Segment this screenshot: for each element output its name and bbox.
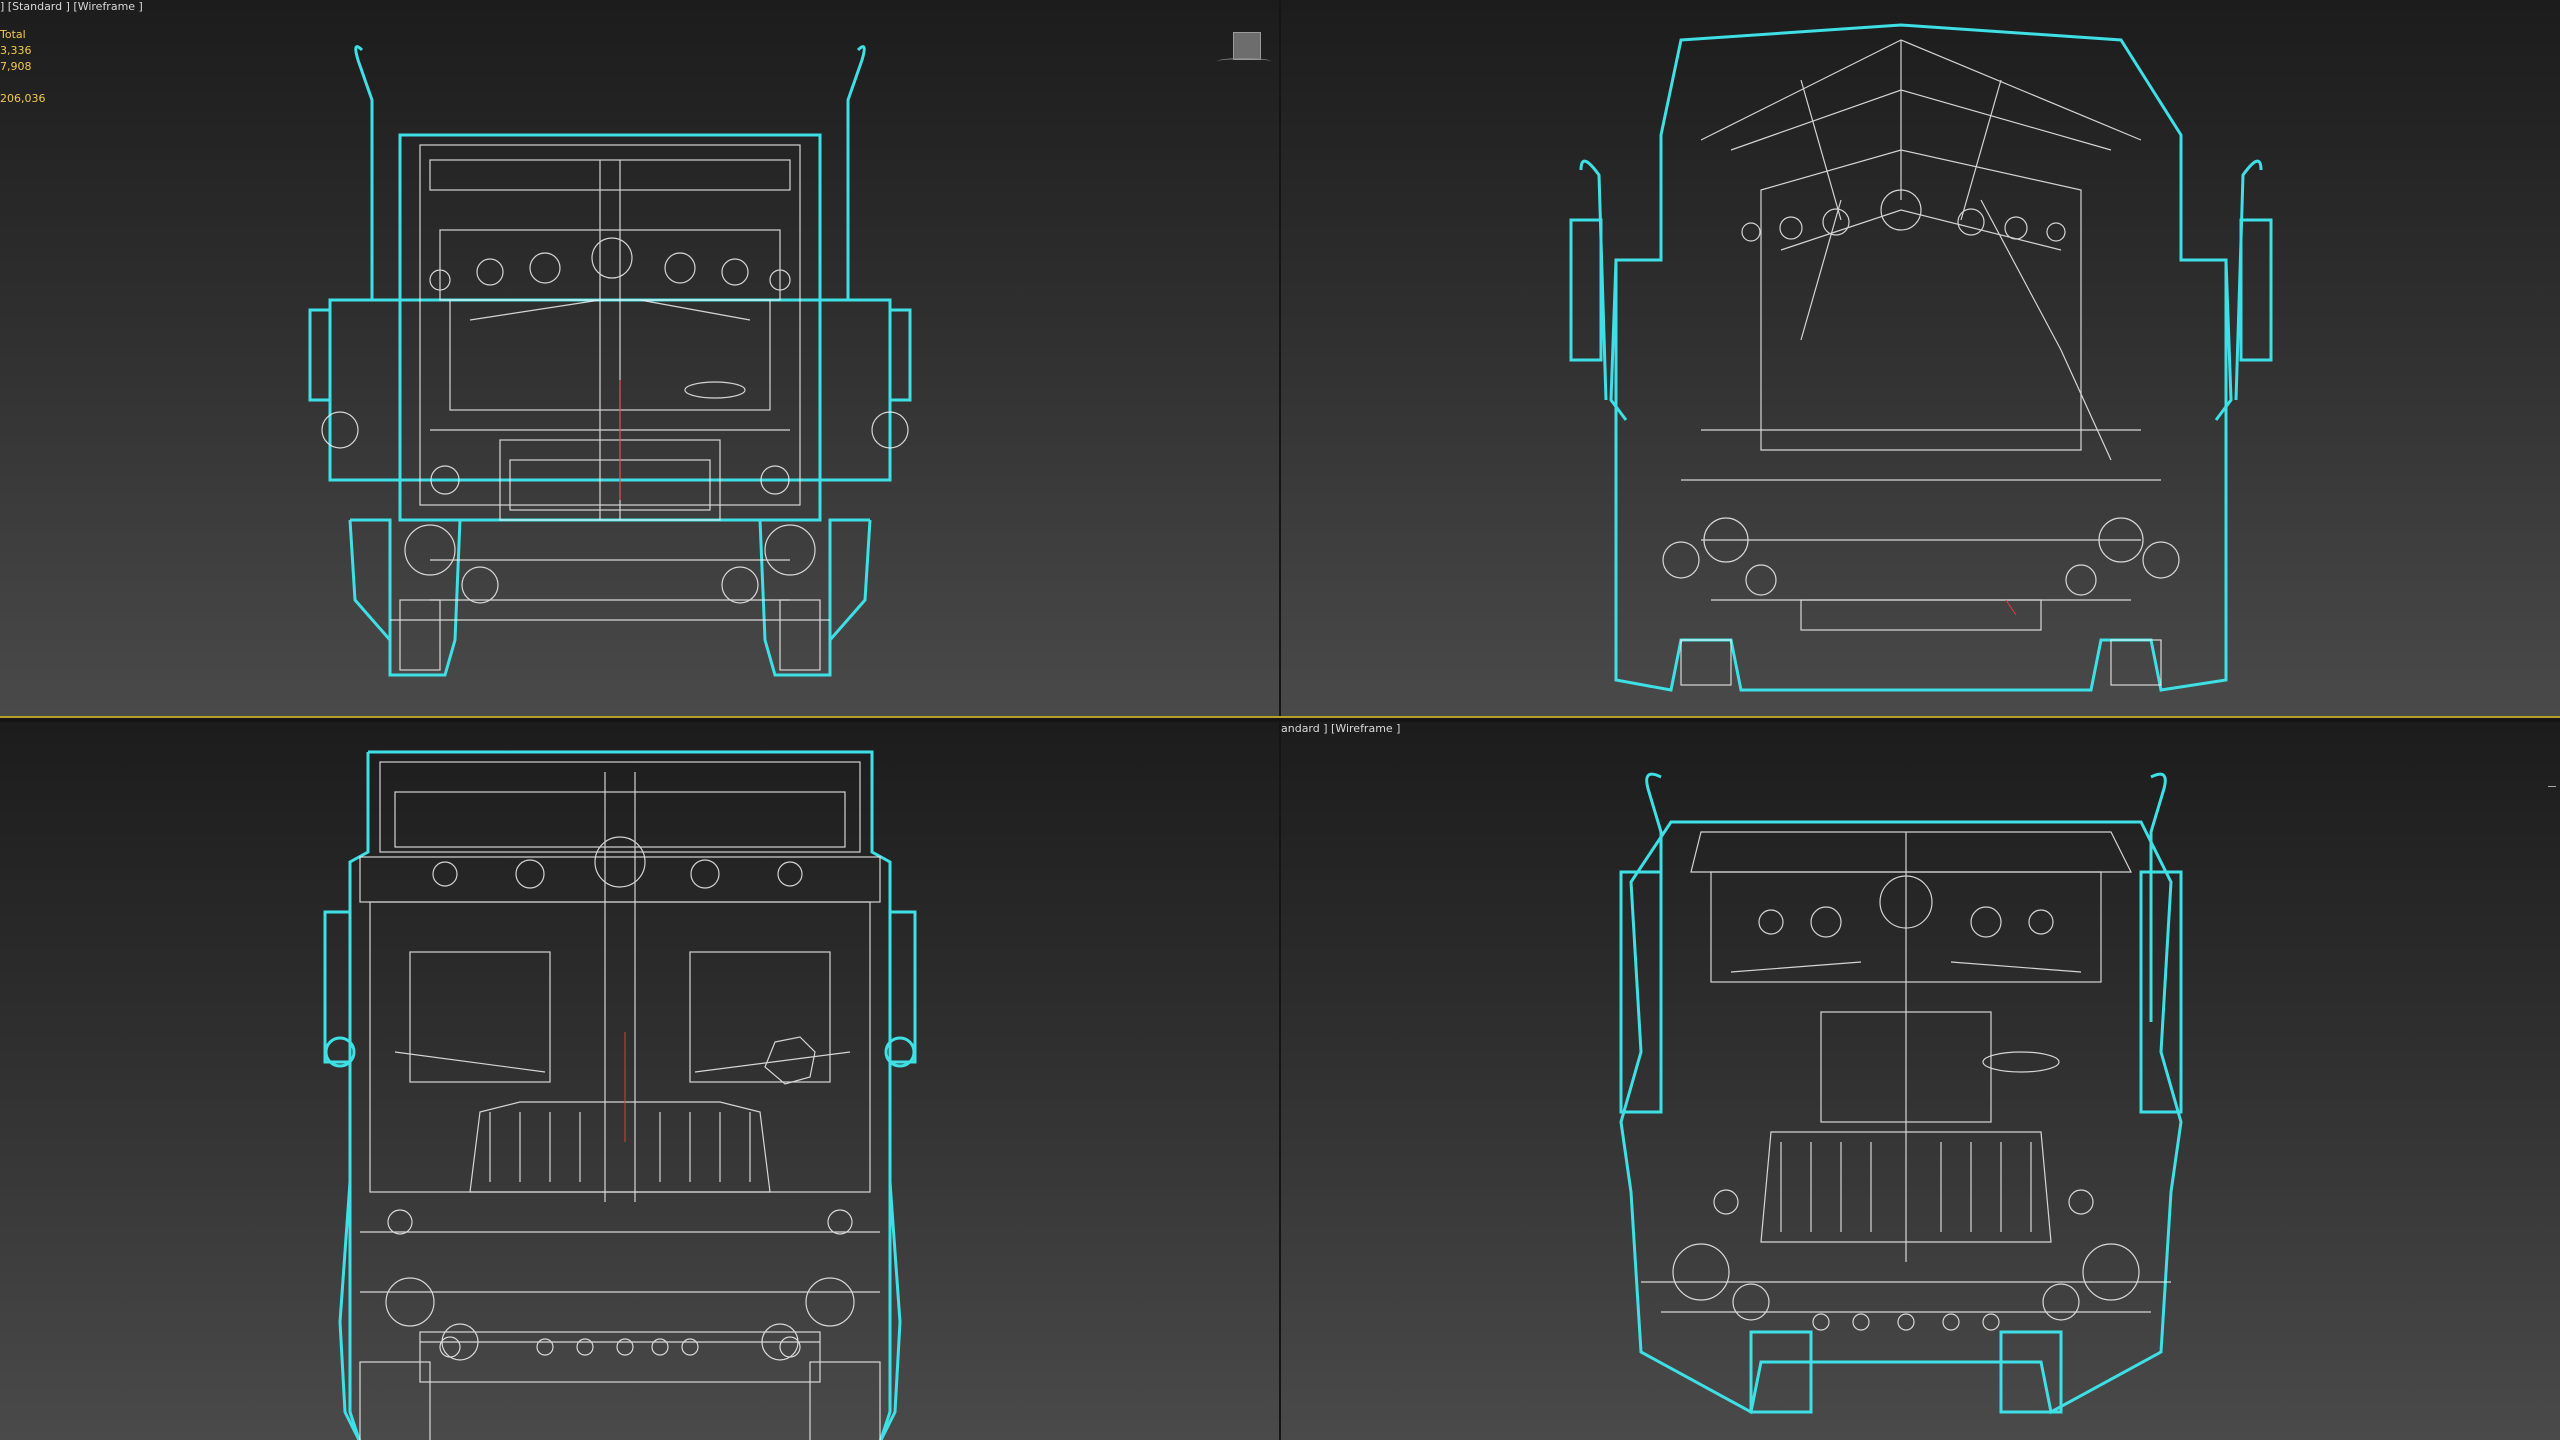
active-viewport-border <box>0 716 1279 718</box>
viewport-perspective-top-right[interactable] <box>1281 0 2560 718</box>
viewport-front-top-left[interactable]: ] [Standard ] [Wireframe ] Total 3,336 7… <box>0 0 1279 718</box>
viewport-perspective-bottom-right[interactable]: andard ] [Wireframe ] <box>1281 722 2560 1440</box>
viewport-divider-horizontal[interactable] <box>0 718 2560 722</box>
active-viewport-border-right <box>1279 716 2560 718</box>
viewport-front-bottom-left[interactable] <box>0 722 1279 1440</box>
truck-wireframe-perspective-low <box>1619 772 2183 1415</box>
truck-wireframe-front <box>308 45 912 677</box>
truck-wireframe-front-closeup <box>323 750 917 1440</box>
truck-wireframe-perspective <box>1569 23 2273 692</box>
